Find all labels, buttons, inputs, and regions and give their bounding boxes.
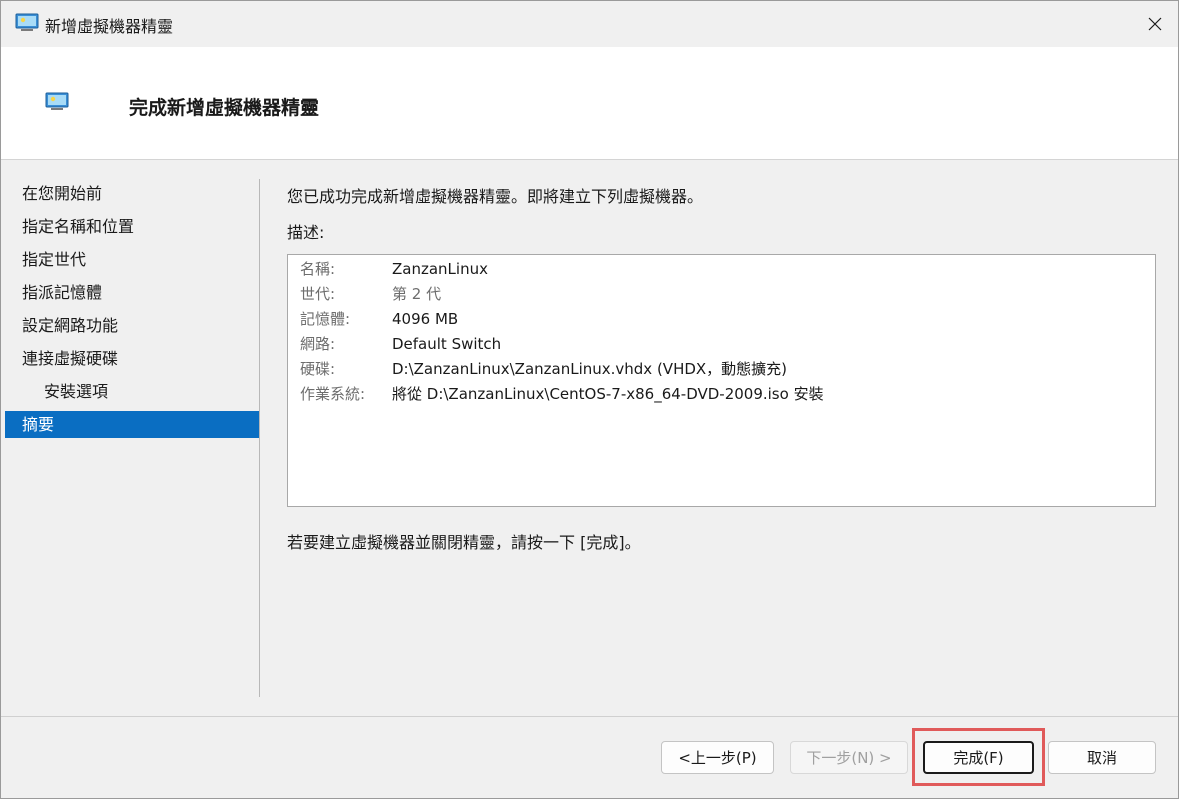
step-summary[interactable]: 摘要 [5, 411, 259, 438]
button-bar-divider [1, 716, 1178, 717]
nav-divider [259, 179, 260, 697]
summary-key: 記憶體: [300, 310, 351, 328]
summary-value: 將從 D:\ZanzanLinux\CentOS-7-x86_64-DVD-20… [392, 385, 824, 403]
page-title: 完成新增虛擬機器精靈 [129, 97, 320, 119]
step-memory[interactable]: 指派記憶體 [5, 276, 259, 309]
summary-key: 世代: [300, 285, 336, 303]
finish-button[interactable]: 完成(F) [923, 741, 1034, 774]
summary-row: 硬碟: D:\ZanzanLinux\ZanzanLinux.vhdx (VHDX… [300, 357, 787, 382]
summary-value: ZanzanLinux [392, 260, 488, 278]
next-button[interactable]: 下一步(N) > [790, 741, 908, 774]
wizard-header: 完成新增虛擬機器精靈 [1, 47, 1178, 160]
wizard-window: 新增虛擬機器精靈 完成新增虛擬機器精靈 在您開始前 指定名稱和位置 指定世代 指… [0, 0, 1179, 799]
summary-value: D:\ZanzanLinux\ZanzanLinux.vhdx (VHDX，動態… [392, 360, 788, 378]
summary-key: 硬碟: [300, 360, 336, 378]
summary-key: 名稱: [300, 260, 336, 278]
summary-value: 4096 MB [392, 310, 459, 328]
window-title: 新增虛擬機器精靈 [45, 17, 174, 36]
description-label: 描述: [287, 223, 325, 242]
step-virtual-hard-disk[interactable]: 連接虛擬硬碟 [5, 342, 259, 375]
step-generation[interactable]: 指定世代 [5, 243, 259, 276]
finish-hint-text: 若要建立虛擬機器並關閉精靈，請按一下 [完成]。 [287, 533, 641, 552]
virtual-machine-icon [15, 13, 39, 31]
intro-text: 您已成功完成新增虛擬機器精靈。即將建立下列虛擬機器。 [287, 187, 704, 206]
close-button[interactable] [1132, 1, 1178, 47]
title-bar: 新增虛擬機器精靈 [1, 1, 1178, 47]
cancel-button[interactable]: 取消 [1048, 741, 1156, 774]
summary-row: 網路: Default Switch [300, 332, 501, 357]
summary-value: Default Switch [392, 335, 502, 353]
virtual-machine-icon [45, 92, 69, 110]
summary-row: 記憶體: 4096 MB [300, 307, 458, 332]
close-icon [1148, 17, 1162, 31]
step-before-you-begin[interactable]: 在您開始前 [5, 177, 259, 210]
step-installation-options[interactable]: 安裝選項 [5, 375, 259, 408]
summary-box[interactable]: 名稱: ZanzanLinux 世代: 第 2 代 記憶體: 4096 MB 網路: D… [287, 254, 1156, 507]
summary-row: 世代: 第 2 代 [300, 282, 441, 307]
summary-row: 名稱: ZanzanLinux [300, 257, 488, 282]
step-networking[interactable]: 設定網路功能 [5, 309, 259, 342]
previous-button[interactable]: <上一步(P) [661, 741, 774, 774]
summary-key: 網路: [300, 335, 336, 353]
wizard-step-list: 在您開始前 指定名稱和位置 指定世代 指派記憶體 設定網路功能 連接虛擬硬碟 安… [5, 177, 259, 438]
summary-value: 第 2 代 [392, 285, 442, 303]
step-name-and-location[interactable]: 指定名稱和位置 [5, 210, 259, 243]
summary-key: 作業系統: [300, 385, 366, 403]
summary-row: 作業系統: 將從 D:\ZanzanLinux\CentOS-7-x86_64-D… [300, 382, 824, 407]
